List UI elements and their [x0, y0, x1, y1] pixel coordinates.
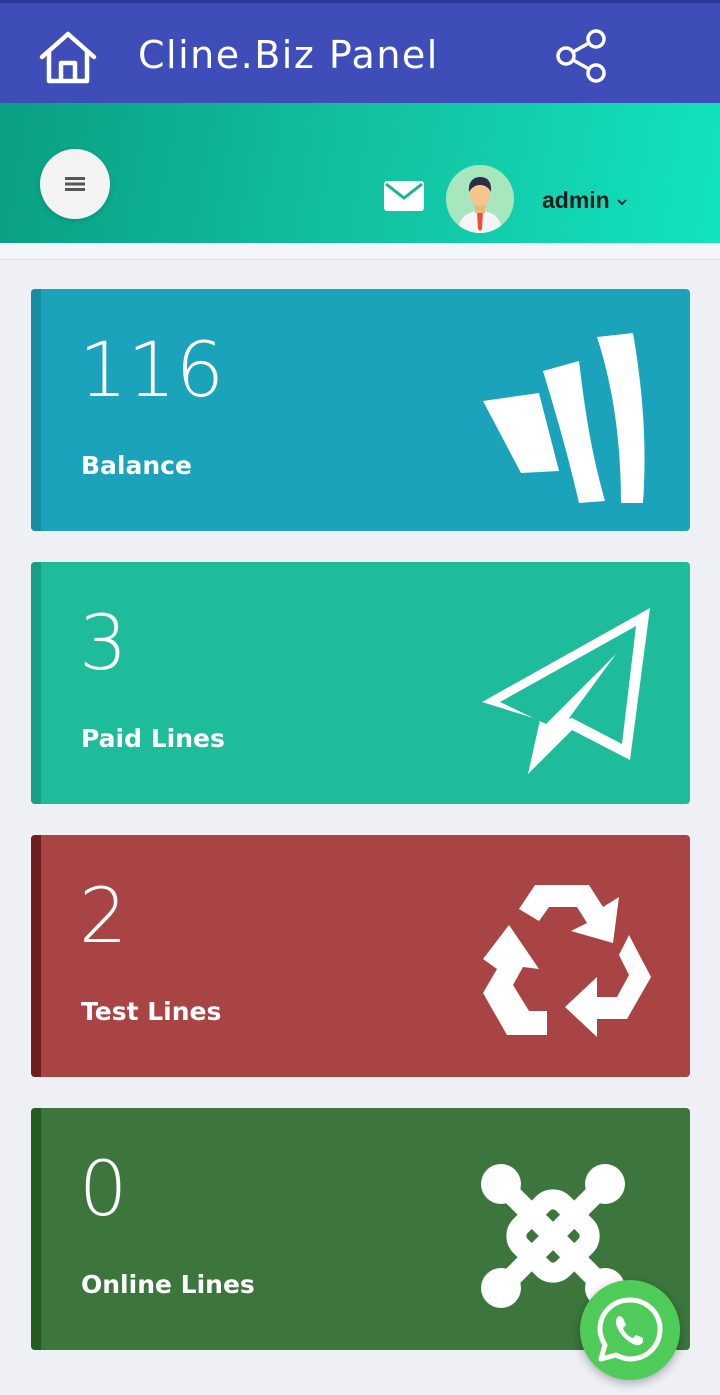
- online-lines-value: 0: [79, 1144, 128, 1233]
- card-edge: [31, 1108, 41, 1350]
- user-avatar-icon: [446, 165, 514, 233]
- recycle-icon: [483, 885, 651, 1037]
- share-icon[interactable]: [554, 29, 608, 83]
- paper-plane-icon: [482, 608, 650, 774]
- balance-value: 116: [79, 325, 225, 414]
- test-lines-card[interactable]: 2 Test Lines: [31, 835, 690, 1077]
- paid-lines-value: 3: [79, 598, 128, 687]
- user-menu[interactable]: admin: [542, 187, 628, 214]
- brand-w-icon: [483, 333, 645, 503]
- card-edge: [31, 835, 41, 1077]
- divider: [0, 243, 720, 260]
- balance-label: Balance: [81, 451, 192, 480]
- top-navigation: admin: [0, 103, 720, 243]
- app-bar: Cline.Biz Panel: [0, 0, 720, 103]
- app-title: Cline.Biz Panel: [138, 33, 439, 77]
- chevron-down-icon: [617, 199, 627, 206]
- balance-card[interactable]: 116 Balance: [31, 289, 690, 531]
- paid-lines-label: Paid Lines: [81, 724, 225, 753]
- menu-toggle-button[interactable]: [40, 149, 110, 219]
- test-lines-value: 2: [79, 871, 128, 960]
- mail-icon[interactable]: [384, 181, 424, 211]
- whatsapp-button[interactable]: [580, 1280, 680, 1380]
- username: admin: [542, 187, 610, 213]
- avatar[interactable]: [446, 165, 514, 233]
- card-edge: [31, 289, 41, 531]
- test-lines-label: Test Lines: [81, 997, 222, 1026]
- online-lines-label: Online Lines: [81, 1270, 255, 1299]
- card-edge: [31, 562, 41, 804]
- home-icon[interactable]: [36, 29, 100, 85]
- whatsapp-icon: [597, 1297, 663, 1362]
- paid-lines-card[interactable]: 3 Paid Lines: [31, 562, 690, 804]
- menu-icon: [65, 177, 85, 191]
